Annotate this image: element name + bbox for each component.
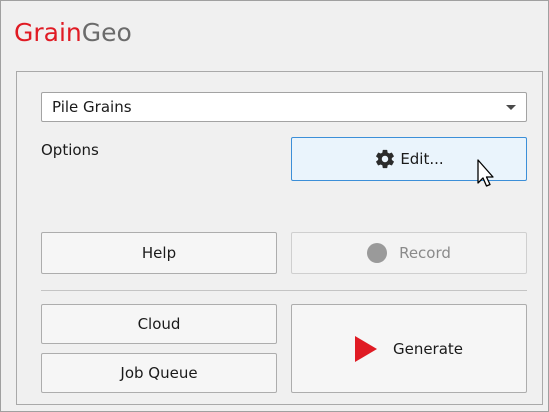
- app-title-suffix: Geo: [81, 18, 132, 47]
- play-icon: [354, 335, 377, 362]
- graingeo-panel: GrainGeo Pile Grains Options Edit... Hel…: [0, 0, 549, 412]
- options-label: Options: [41, 141, 99, 159]
- gear-icon: [376, 149, 395, 169]
- cloud-button-label: Cloud: [137, 315, 181, 333]
- generate-button[interactable]: Generate: [291, 304, 527, 393]
- record-button-label: Record: [399, 244, 451, 262]
- generate-button-label: Generate: [392, 339, 464, 358]
- preset-dropdown-value: Pile Grains: [52, 98, 132, 116]
- separator: [41, 290, 527, 291]
- edit-options-label: Edit...: [400, 150, 444, 168]
- help-button-label: Help: [141, 244, 177, 262]
- app-title: GrainGeo: [14, 17, 132, 49]
- record-button[interactable]: Record: [291, 232, 527, 274]
- cloud-button[interactable]: Cloud: [41, 304, 277, 344]
- chevron-down-icon: [506, 105, 516, 110]
- main-group: Pile Grains Options Edit... Help Record …: [16, 71, 543, 405]
- help-button[interactable]: Help: [41, 232, 277, 274]
- record-dot-icon: [367, 243, 388, 263]
- preset-dropdown[interactable]: Pile Grains: [41, 92, 527, 122]
- job-queue-button[interactable]: Job Queue: [41, 353, 277, 393]
- mouse-cursor-icon: [477, 159, 494, 187]
- app-title-brand: Grain: [14, 18, 82, 47]
- job-queue-button-label: Job Queue: [120, 364, 198, 382]
